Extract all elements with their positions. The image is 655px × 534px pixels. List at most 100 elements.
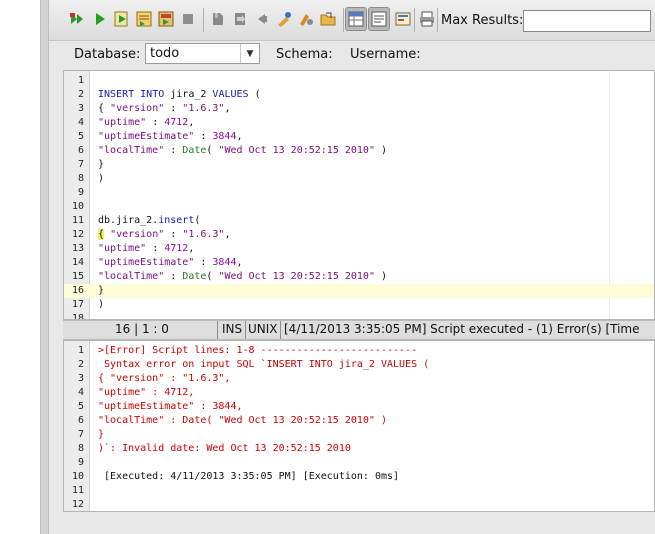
export-icon[interactable] [392,8,414,30]
line-number: 13 [71,243,84,254]
line-number: 12 [71,499,84,510]
code-text: ) [98,173,105,184]
open-file-icon[interactable] [317,8,339,30]
code-text: "uptimeEstimate" : 3844, [98,131,243,142]
max-results-label: Max Results: [441,13,524,28]
status-separator [245,321,246,339]
stop-icon[interactable] [177,8,199,30]
editor-line: 17) [64,298,654,312]
line-number: 10 [71,471,84,482]
line-number: 8 [77,173,84,184]
output-line: 5 "uptimeEstimate" : 3844, [64,400,654,414]
toolbar-separator [437,8,438,32]
code-text: "uptime" : 4712, [98,117,195,128]
output-line: 9 [64,456,654,470]
editor-line: 18 [64,312,654,319]
left-margin [0,0,40,534]
text-view-icon[interactable] [368,7,390,31]
editor-line: 4 "uptime" : 4712, [64,116,654,130]
run-all-icon[interactable] [67,8,89,30]
line-number: 12 [71,229,84,240]
code-text: "localTime" : Date( "Wed Oct 13 20:52:15… [98,145,388,156]
output-lines: 1 >[Error] Script lines: 1-8 ------------… [64,344,654,511]
output-pane[interactable]: 1 >[Error] Script lines: 1-8 ------------… [63,340,655,512]
output-line: 10 [Executed: 4/11/2013 3:35:05 PM] [Exe… [64,470,654,484]
editor-line: 7} [64,158,654,172]
editor-line: 14 "uptimeEstimate" : 3844, [64,256,654,270]
run-selection-icon[interactable] [111,8,133,30]
database-label: Database: [74,47,141,62]
line-number: 6 [77,145,84,156]
print-icon[interactable] [416,8,438,30]
output-text: "uptimeEstimate" : 3844, [98,401,243,412]
line-number: 2 [77,89,84,100]
run-icon[interactable] [89,8,111,30]
editor-line: 6 "localTime" : Date( "Wed Oct 13 20:52:1… [64,144,654,158]
code-icon[interactable] [295,8,317,30]
output-line: 11 [64,484,654,498]
code-text: "uptimeEstimate" : 3844, [98,257,243,268]
output-text: "localTime" : Date( "Wed Oct 13 20:52:15… [98,415,387,426]
query-window: Max Results: Database: todo ▼ Schema: Us… [49,0,655,534]
output-line: 7} [64,428,654,442]
line-number: 9 [77,187,84,198]
insert-mode: INS [222,322,243,336]
line-number: 4 [77,387,84,398]
editor-line: 9 [64,186,654,200]
explain-icon[interactable] [133,8,155,30]
editor-line: 16} [64,284,654,298]
format-icon[interactable] [273,8,295,30]
output-text: } [98,429,105,440]
connection-bar: Database: todo ▼ Schema: Username: [49,41,655,69]
toolbar: Max Results: [49,0,655,41]
code-text: { "version" : "1.6.3", [98,103,231,114]
toolbar-separator [343,8,344,32]
output-line: 1 >[Error] Script lines: 1-8 ------------… [64,344,654,358]
line-number: 17 [71,299,84,310]
sql-editor[interactable]: 1 2 INSERT INTO jira_2 VALUES (3{ "version… [63,70,655,320]
line-number: 16 [71,285,84,296]
output-text: { "version" : "1.6.3", [98,373,231,384]
line-number: 10 [71,201,84,212]
output-line: 2 Syntax error on input SQL `INSERT INTO… [64,358,654,372]
rollback-icon[interactable] [229,8,251,30]
toolbar-separator [414,8,415,32]
line-number: 1 [77,75,84,86]
output-line: 4 "uptime" : 4712, [64,386,654,400]
code-text: } [98,159,105,170]
database-select-value: todo [150,46,180,61]
line-number: 5 [77,131,84,142]
code-text: "uptime" : 4712, [98,243,195,254]
editor-line: 15 "localTime" : Date( "Wed Oct 13 20:52:… [64,270,654,284]
editor-line: 12 { "version" : "1.6.3", [64,228,654,242]
line-number: 3 [77,103,84,114]
back-icon[interactable] [251,8,273,30]
line-number: 14 [71,257,84,268]
output-line: 12 [64,498,654,511]
status-bar: 16 | 1 : 0 INS UNIX [4/11/2013 3:35:05 P… [63,320,655,340]
output-text: [Executed: 4/11/2013 3:35:05 PM] [Execut… [98,471,400,482]
chevron-down-icon[interactable]: ▼ [240,44,259,63]
editor-line: 1 [64,74,654,88]
output-text: "uptime" : 4712, [98,387,195,398]
grid-view-icon[interactable] [345,7,367,31]
database-select[interactable]: todo ▼ [145,43,260,64]
line-number: 11 [71,485,84,496]
output-line: 6 "localTime" : Date( "Wed Oct 13 20:52:1… [64,414,654,428]
status-separator [280,321,281,339]
max-results-input[interactable] [523,10,651,32]
code-text: { "version" : "1.6.3", [98,229,231,240]
editor-line: 8) [64,172,654,186]
code-text: } [98,285,105,296]
output-line: 8)`: Invalid date: Wed Oct 13 20:52:15 2… [64,442,654,456]
line-number: 3 [77,373,84,384]
left-splitter[interactable] [40,0,49,534]
editor-line: 3 { "version" : "1.6.3", [64,102,654,116]
line-number: 5 [77,401,84,412]
line-number: 6 [77,415,84,426]
run-script-icon[interactable] [155,8,177,30]
output-text: >[Error] Script lines: 1-8 -------------… [98,345,418,356]
line-number: 15 [71,271,84,282]
cursor-position: 16 | 1 : 0 [115,322,169,336]
commit-icon[interactable] [207,8,229,30]
